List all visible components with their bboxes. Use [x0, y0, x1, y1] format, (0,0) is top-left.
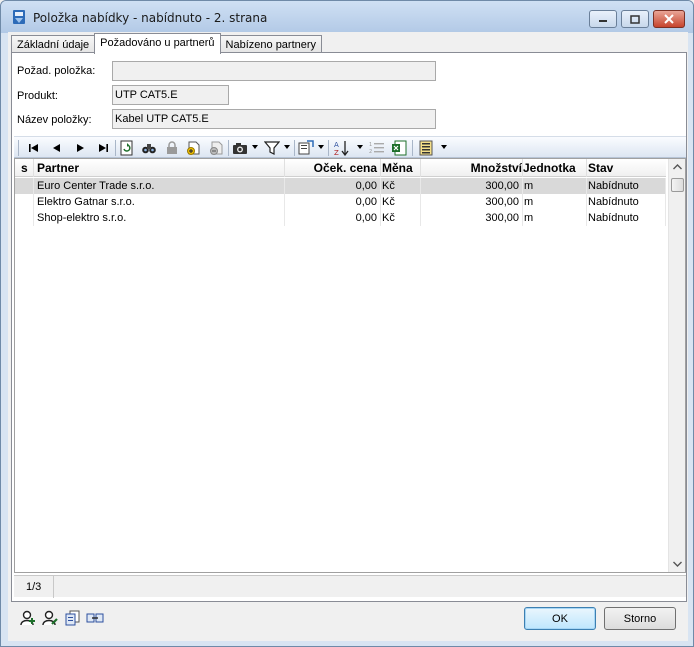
add-document-icon[interactable] [186, 140, 202, 156]
columns-dropdown-icon[interactable] [441, 145, 447, 149]
row-mnozstvi: 300,00 [421, 178, 523, 194]
filter-dropdown-icon[interactable] [284, 145, 290, 149]
pozad-polozka-field[interactable] [112, 61, 436, 81]
binoculars-search-icon[interactable] [141, 140, 157, 156]
prev-record-icon[interactable] [49, 140, 65, 156]
first-record-icon[interactable] [26, 140, 42, 156]
row-stav: Nabídnuto [587, 178, 666, 194]
row-stav: Nabídnuto [587, 194, 666, 210]
document-copy-icon[interactable] [64, 609, 82, 627]
svg-text:1: 1 [369, 142, 372, 148]
pozad-polozka-label: Požad. položka: [17, 65, 96, 77]
close-icon [664, 14, 674, 24]
column-header-jednotka[interactable]: Jednotka [523, 159, 587, 177]
toolbar-separator [412, 140, 413, 156]
column-header-cena[interactable]: Oček. cena [285, 159, 381, 177]
toolbar-separator [228, 140, 229, 156]
column-header-partner[interactable]: Partner [34, 159, 285, 177]
grid-toolbar: AZ 12 [14, 136, 686, 158]
remove-document-icon[interactable] [209, 140, 225, 156]
cancel-button[interactable]: Storno [604, 607, 676, 630]
row-cena: 0,00 [285, 210, 381, 226]
next-record-icon[interactable] [72, 140, 88, 156]
dialog-window: Položka nabídky - nabídnuto - 2. strana … [0, 0, 694, 647]
row-s [15, 178, 34, 194]
column-header-mnozstvi[interactable]: Množství [421, 159, 523, 177]
row-jednotka: m [523, 210, 587, 226]
excel-icon[interactable] [391, 140, 407, 156]
maximize-icon [630, 14, 640, 24]
row-mena: Kč [381, 210, 421, 226]
status-bar: 1/3 [14, 575, 686, 598]
user-add-icon[interactable] [19, 609, 37, 627]
scroll-down-icon[interactable] [673, 561, 682, 567]
row-mena: Kč [381, 178, 421, 194]
table-row[interactable]: Elektro Gatnar s.r.o. 0,00 Kč 300,00 m N… [15, 194, 666, 210]
row-cena: 0,00 [285, 194, 381, 210]
dialog-client: Základní údaje Požadováno u partnerů Nab… [8, 32, 688, 641]
close-button[interactable] [653, 10, 685, 28]
toolbar-grip [18, 140, 19, 156]
row-mnozstvi: 300,00 [421, 194, 523, 210]
svg-text:Z: Z [334, 149, 339, 156]
transfer-icon[interactable] [86, 609, 104, 627]
window-title: Položka nabídky - nabídnuto - 2. strana [33, 11, 268, 25]
filter-icon[interactable] [264, 140, 280, 156]
column-header-stav[interactable]: Stav [587, 159, 666, 177]
maximize-button[interactable] [621, 10, 649, 28]
lock-icon[interactable] [164, 140, 180, 156]
row-mena: Kč [381, 194, 421, 210]
toolbar-separator [328, 140, 329, 156]
row-mnozstvi: 300,00 [421, 210, 523, 226]
toolbar-separator [115, 140, 116, 156]
tab-strip: Základní údaje Požadováno u partnerů Nab… [11, 33, 323, 54]
row-s [15, 210, 34, 226]
sort-az-icon[interactable]: AZ [334, 140, 350, 156]
list-number-icon[interactable]: 12 [369, 140, 385, 156]
export-dropdown-icon[interactable] [318, 145, 324, 149]
row-partner: Euro Center Trade s.r.o. [34, 178, 285, 194]
svg-text:2: 2 [369, 149, 372, 155]
last-record-icon[interactable] [95, 140, 111, 156]
produkt-label: Produkt: [17, 90, 58, 102]
minimize-button[interactable] [589, 10, 617, 28]
row-s [15, 194, 34, 210]
svg-text:A: A [334, 141, 339, 149]
column-header-s[interactable]: s [15, 159, 34, 177]
row-cena: 0,00 [285, 178, 381, 194]
title-bar[interactable]: Položka nabídky - nabídnuto - 2. strana [1, 1, 693, 33]
sort-dropdown-icon[interactable] [357, 145, 363, 149]
ok-button[interactable]: OK [524, 607, 596, 630]
tab-panel: Požad. položka: Produkt: UTP CAT5.E Náze… [11, 52, 687, 602]
row-jednotka: m [523, 194, 587, 210]
grid-header: s Partner Oček. cena Měna Množství Jedno… [15, 159, 666, 177]
camera-icon[interactable] [232, 140, 248, 156]
app-form-icon [13, 10, 25, 24]
grid-vertical-scrollbar[interactable] [668, 159, 685, 572]
column-header-mena[interactable]: Měna [381, 159, 421, 177]
table-row[interactable]: Shop-elektro s.r.o. 0,00 Kč 300,00 m Nab… [15, 210, 666, 226]
toolbar-separator [294, 140, 295, 156]
scroll-up-icon[interactable] [673, 164, 682, 170]
row-stav: Nabídnuto [587, 210, 666, 226]
row-jednotka: m [523, 178, 587, 194]
partners-grid[interactable]: s Partner Oček. cena Měna Množství Jedno… [14, 158, 686, 573]
minimize-icon [599, 20, 607, 22]
export-icon[interactable] [298, 140, 314, 156]
record-position: 1/3 [14, 576, 54, 598]
nazev-polozky-label: Název položky: [17, 114, 92, 126]
tab-pozadovano-u-partneru[interactable]: Požadováno u partnerů [94, 33, 221, 54]
row-partner: Elektro Gatnar s.r.o. [34, 194, 285, 210]
nazev-polozky-field[interactable]: Kabel UTP CAT5.E [112, 109, 436, 129]
scrollbar-thumb[interactable] [671, 178, 684, 192]
columns-icon[interactable] [418, 140, 434, 156]
camera-dropdown-icon[interactable] [252, 145, 258, 149]
row-partner: Shop-elektro s.r.o. [34, 210, 285, 226]
user-edit-icon[interactable] [41, 609, 59, 627]
produkt-field[interactable]: UTP CAT5.E [112, 85, 229, 105]
table-row[interactable]: Euro Center Trade s.r.o. 0,00 Kč 300,00 … [15, 178, 666, 194]
refresh-icon[interactable] [119, 140, 135, 156]
